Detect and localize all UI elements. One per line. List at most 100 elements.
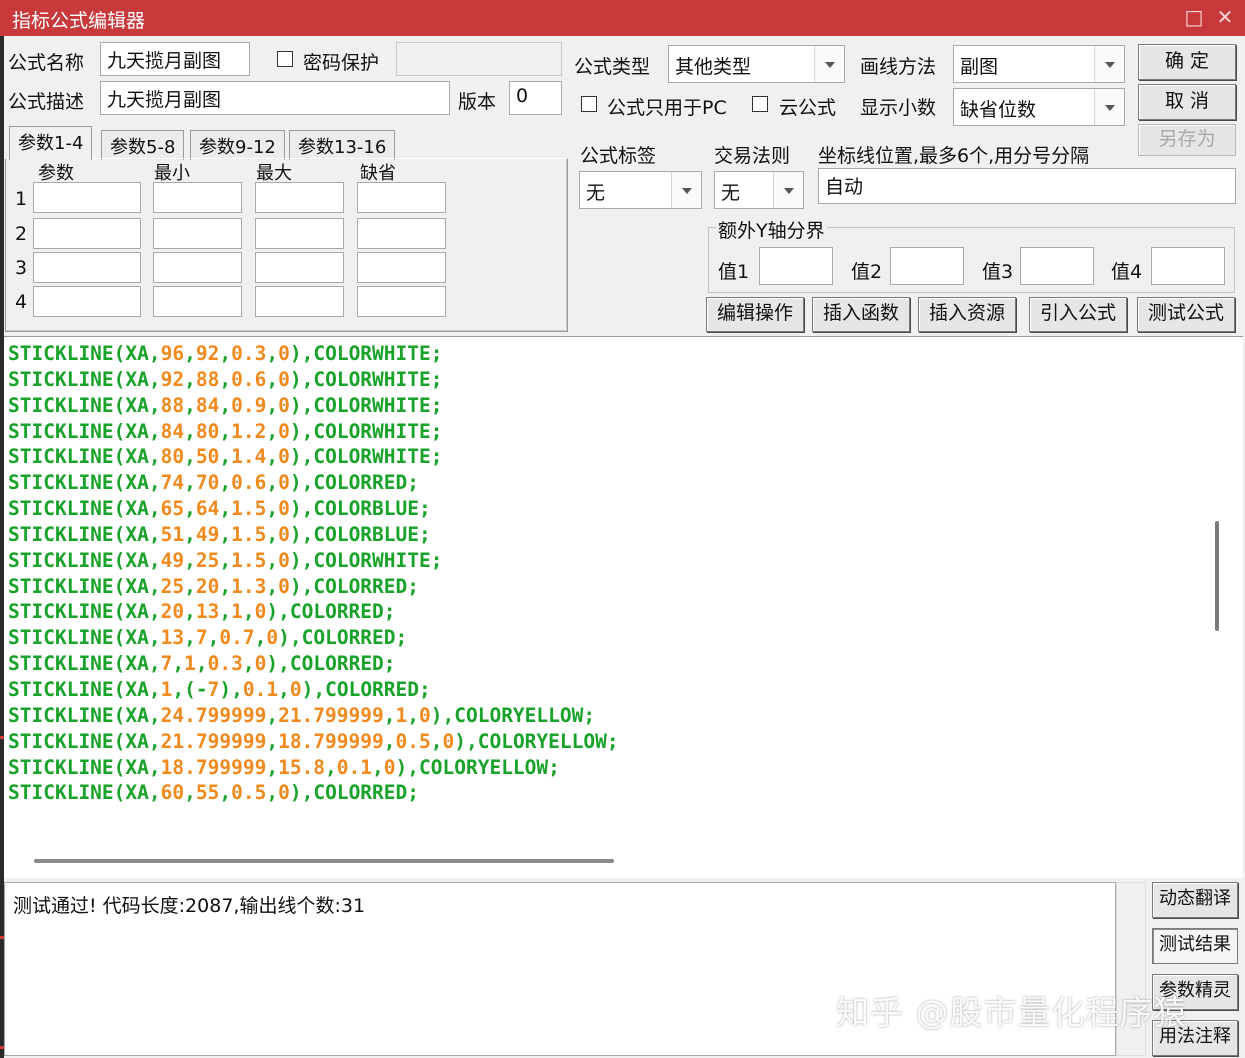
- param-row-index: 2: [15, 223, 28, 245]
- tab-params-5-8[interactable]: 参数5-8: [101, 130, 185, 160]
- formula-tag-value: 无: [586, 182, 606, 204]
- code-line[interactable]: STICKLINE(XA,80,50,1.4,0),COLORWHITE;: [8, 444, 619, 470]
- test-formula-button[interactable]: 测试公式: [1137, 297, 1235, 332]
- code-line[interactable]: STICKLINE(XA,74,70,0.6,0),COLORRED;: [8, 470, 619, 496]
- code-line[interactable]: STICKLINE(XA,88,84,0.9,0),COLORWHITE;: [8, 393, 619, 419]
- close-icon[interactable]: ✕: [1212, 4, 1238, 30]
- param-default-input[interactable]: [357, 252, 446, 283]
- formula-tag-label: 公式标签: [580, 145, 657, 167]
- code-content[interactable]: STICKLINE(XA,96,92,0.3,0),COLORWHITE; STI…: [8, 341, 619, 806]
- y-value-1-input[interactable]: [759, 247, 833, 285]
- param-default-input[interactable]: [357, 182, 446, 213]
- chevron-down-icon[interactable]: [814, 46, 844, 82]
- maximize-icon[interactable]: □: [1181, 4, 1207, 30]
- insert-function-button[interactable]: 插入函数: [812, 297, 910, 332]
- coord-line-input[interactable]: 自动: [818, 168, 1236, 204]
- extra-y-axis-label: 额外Y轴分界: [716, 216, 827, 243]
- y-value-3-label: 值3: [982, 261, 1014, 283]
- param-default-input[interactable]: [357, 286, 446, 317]
- param-max-input[interactable]: [255, 286, 344, 317]
- param-row-index: 4: [15, 291, 28, 313]
- chevron-down-icon[interactable]: [773, 172, 803, 208]
- param-default-input[interactable]: [357, 218, 446, 249]
- code-line[interactable]: STICKLINE(XA,1,(-7),0.1,0),COLORRED;: [8, 677, 619, 703]
- y-value-4-input[interactable]: [1151, 247, 1225, 285]
- save-as-button[interactable]: 另存为: [1138, 124, 1236, 156]
- code-line[interactable]: STICKLINE(XA,18.799999,15.8,0.1,0),COLOR…: [8, 755, 619, 781]
- formula-type-select[interactable]: 其他类型: [668, 45, 845, 83]
- formula-name-label: 公式名称: [8, 52, 85, 74]
- insert-resource-button[interactable]: 插入资源: [918, 297, 1016, 332]
- trade-rule-value: 无: [721, 182, 741, 204]
- code-line[interactable]: STICKLINE(XA,20,13,1,0),COLORRED;: [8, 599, 619, 625]
- formula-tag-select[interactable]: 无: [579, 171, 702, 209]
- param-name-input[interactable]: [33, 218, 141, 249]
- version-label: 版本: [458, 91, 497, 113]
- param-max-input[interactable]: [255, 218, 344, 249]
- code-line[interactable]: STICKLINE(XA,21.799999,18.799999,0.5,0),…: [8, 729, 619, 755]
- cancel-button[interactable]: 取 消: [1138, 84, 1236, 120]
- param-max-input[interactable]: [255, 252, 344, 283]
- trade-rule-label: 交易法则: [714, 145, 791, 167]
- version-input[interactable]: 0: [509, 81, 562, 115]
- y-value-3-input[interactable]: [1020, 247, 1094, 285]
- param-min-input[interactable]: [153, 218, 242, 249]
- vertical-scrollbar[interactable]: [1215, 337, 1221, 847]
- formula-name-input[interactable]: 九天揽月副图: [100, 42, 250, 76]
- y-value-2-input[interactable]: [890, 247, 964, 285]
- edit-operation-button[interactable]: 编辑操作: [706, 297, 804, 332]
- password-input[interactable]: [396, 42, 562, 76]
- draw-method-select[interactable]: 副图: [953, 45, 1125, 83]
- tab-params-1-4[interactable]: 参数1-4: [9, 126, 93, 160]
- code-line[interactable]: STICKLINE(XA,24.799999,21.799999,1,0),CO…: [8, 703, 619, 729]
- code-line[interactable]: STICKLINE(XA,25,20,1.3,0),COLORRED;: [8, 574, 619, 600]
- param-min-input[interactable]: [153, 182, 242, 213]
- code-line[interactable]: STICKLINE(XA,7,1,0.3,0),COLORRED;: [8, 651, 619, 677]
- param-min-input[interactable]: [153, 286, 242, 317]
- param-name-input[interactable]: [33, 182, 141, 213]
- password-checkbox[interactable]: [277, 51, 293, 67]
- decimals-select[interactable]: 缺省位数: [953, 88, 1125, 126]
- param-min-input[interactable]: [153, 252, 242, 283]
- scroll-thumb[interactable]: [1215, 521, 1219, 631]
- dynamic-translate-button[interactable]: 动态翻译: [1152, 882, 1238, 918]
- cloud-formula-checkbox[interactable]: [752, 96, 768, 112]
- password-label: 密码保护: [303, 52, 380, 74]
- chevron-down-icon[interactable]: [671, 172, 701, 208]
- tab-params-13-16[interactable]: 参数13-16: [289, 130, 396, 160]
- formula-type-value: 其他类型: [675, 56, 752, 78]
- decimals-label: 显示小数: [860, 97, 937, 119]
- tab-params-9-12[interactable]: 参数9-12: [190, 130, 285, 160]
- formula-desc-label: 公式描述: [8, 91, 85, 113]
- trade-rule-select[interactable]: 无: [714, 171, 804, 209]
- horizontal-scrollbar[interactable]: [34, 859, 614, 863]
- chevron-down-icon[interactable]: [1094, 89, 1124, 125]
- code-line[interactable]: STICKLINE(XA,60,55,0.5,0),COLORRED;: [8, 780, 619, 806]
- test-result-button[interactable]: 测试结果: [1152, 928, 1238, 964]
- code-editor[interactable]: STICKLINE(XA,96,92,0.3,0),COLORWHITE; STI…: [4, 336, 1243, 878]
- code-line[interactable]: STICKLINE(XA,92,88,0.6,0),COLORWHITE;: [8, 367, 619, 393]
- code-line[interactable]: STICKLINE(XA,84,80,1.2,0),COLORWHITE;: [8, 419, 619, 445]
- code-line[interactable]: STICKLINE(XA,65,64,1.5,0),COLORBLUE;: [8, 496, 619, 522]
- chevron-down-icon[interactable]: [1094, 46, 1124, 82]
- param-name-input[interactable]: [33, 286, 141, 317]
- title-bar: 指标公式编辑器 □ ✕: [0, 0, 1245, 36]
- ok-button[interactable]: 确 定: [1138, 44, 1236, 80]
- code-line[interactable]: STICKLINE(XA,51,49,1.5,0),COLORBLUE;: [8, 522, 619, 548]
- watermark: 知乎 @股市量化程序猿: [836, 993, 1188, 1032]
- code-line[interactable]: STICKLINE(XA,49,25,1.5,0),COLORWHITE;: [8, 548, 619, 574]
- pc-only-label: 公式只用于PC: [607, 97, 727, 119]
- pc-only-checkbox[interactable]: [581, 96, 597, 112]
- param-max-input[interactable]: [255, 182, 344, 213]
- decimals-value: 缺省位数: [960, 99, 1037, 121]
- param-name-input[interactable]: [33, 252, 141, 283]
- param-row-index: 1: [15, 188, 28, 210]
- draw-method-value: 副图: [960, 56, 999, 78]
- code-line[interactable]: STICKLINE(XA,96,92,0.3,0),COLORWHITE;: [8, 341, 619, 367]
- cloud-formula-label: 云公式: [779, 97, 837, 119]
- param-row-index: 3: [15, 257, 28, 279]
- formula-desc-input[interactable]: 九天揽月副图: [100, 81, 450, 115]
- import-formula-button[interactable]: 引入公式: [1029, 297, 1127, 332]
- code-line[interactable]: STICKLINE(XA,13,7,0.7,0),COLORRED;: [8, 625, 619, 651]
- test-result-message: 测试通过! 代码长度:2087,输出线个数:31: [13, 895, 366, 917]
